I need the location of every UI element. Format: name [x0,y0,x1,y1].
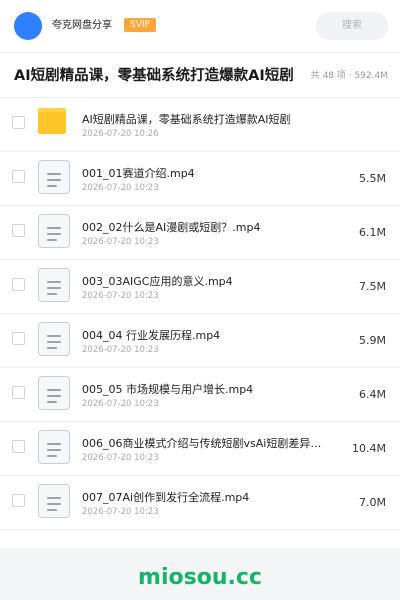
file-name[interactable]: AI短剧精品课，零基础系统打造爆款AI短剧 [82,112,322,127]
select-checkbox[interactable] [12,116,25,129]
file-size: 7.0M [359,496,386,509]
file-row[interactable]: 002_02什么是AI漫剧或短剧？.mp4 2026-07-20 10:23 6.1… [0,206,400,260]
share-owner-name: 夸克网盘分享 [52,20,112,31]
watermark: miosou.cc [138,565,262,590]
folder-row[interactable]: AI短剧精品课，零基础系统打造爆款AI短剧 2026-07-20 10:26 [0,98,400,152]
file-date: 2026-07-20 10:23 [82,507,159,517]
item-count-size: 共 48 项 · 592.4M [310,71,388,81]
file-list: AI短剧精品课，零基础系统打造爆款AI短剧 2026-07-20 10:26 001… [0,98,400,548]
video-file-icon [38,322,70,356]
file-date: 2026-07-20 10:23 [82,399,159,409]
file-name[interactable]: 005_05 市场规模与用户增长.mp4 [82,382,322,397]
avatar[interactable] [14,12,42,40]
file-name[interactable]: 002_02什么是AI漫剧或短剧？.mp4 [82,220,322,235]
file-size: 7.5M [359,280,386,293]
folder-header: AI短剧精品课，零基础系统打造爆款AI短剧 共 48 项 · 592.4M [0,52,400,98]
file-name[interactable]: 006_06商业模式介绍与传统短剧vsAi短剧差异… [82,436,322,451]
file-row[interactable]: 001_01赛道介绍.mp4 2026-07-20 10:23 5.5M [0,152,400,206]
file-date: 2026-07-20 10:23 [82,237,159,247]
svip-badge: SVIP [124,18,156,32]
search-button[interactable]: 搜索 [316,12,388,40]
page-title: AI短剧精品课，零基础系统打造爆款AI短剧 [14,68,294,84]
file-row[interactable]: 003_03AIGC应用的意义.mp4 2026-07-20 10:23 7.5M [0,260,400,314]
file-size: 6.4M [359,388,386,401]
select-checkbox[interactable] [12,332,25,345]
file-date: 2026-07-20 10:23 [82,291,159,301]
file-name[interactable]: 001_01赛道介绍.mp4 [82,166,322,181]
select-checkbox[interactable] [12,278,25,291]
top-bar: 夸克网盘分享 SVIP 搜索 [0,0,400,52]
file-date: 2026-07-20 10:23 [82,183,159,193]
file-name[interactable]: 004_04 行业发展历程.mp4 [82,328,322,343]
file-size: 5.5M [359,172,386,185]
video-file-icon [38,214,70,248]
file-size: 6.1M [359,226,386,239]
file-row[interactable]: 005_05 市场规模与用户增长.mp4 2026-07-20 10:23 6.4M [0,368,400,422]
file-date: 2026-07-20 10:26 [82,129,159,139]
video-file-icon [38,430,70,464]
select-checkbox[interactable] [12,224,25,237]
file-row[interactable]: 004_04 行业发展历程.mp4 2026-07-20 10:23 5.9M [0,314,400,368]
file-size: 10.4M [352,442,386,455]
file-name[interactable]: 003_03AIGC应用的意义.mp4 [82,274,322,289]
file-date: 2026-07-20 10:23 [82,453,159,463]
select-checkbox[interactable] [12,494,25,507]
file-date: 2026-07-20 10:23 [82,345,159,355]
select-checkbox[interactable] [12,170,25,183]
video-file-icon [38,160,70,194]
file-name[interactable]: 007_07Ai创作到发行全流程.mp4 [82,490,322,505]
video-file-icon [38,268,70,302]
video-file-icon [38,484,70,518]
file-row[interactable]: 007_07Ai创作到发行全流程.mp4 2026-07-20 10:23 7.0M [0,476,400,530]
folder-icon [38,106,70,140]
select-checkbox[interactable] [12,386,25,399]
select-checkbox[interactable] [12,440,25,453]
file-row[interactable]: 006_06商业模式介绍与传统短剧vsAi短剧差异… 2026-07-20 10:… [0,422,400,476]
video-file-icon [38,376,70,410]
file-size: 5.9M [359,334,386,347]
